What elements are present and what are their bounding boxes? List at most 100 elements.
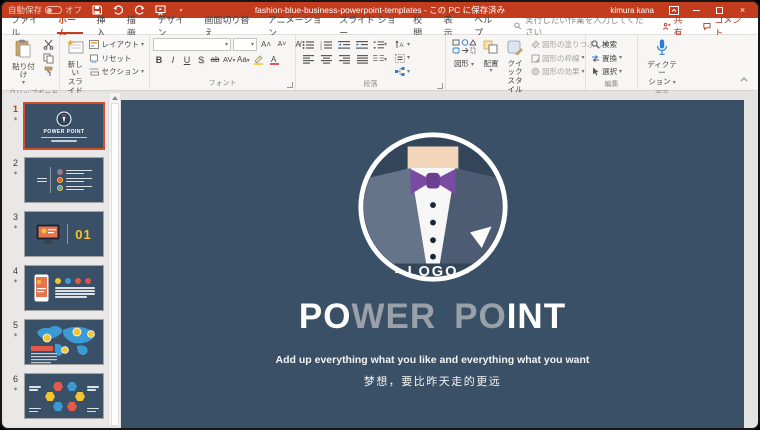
thumbnail-scrollbar[interactable] bbox=[108, 93, 120, 426]
arrange-button[interactable]: 配置 ▾ bbox=[479, 37, 503, 76]
thumbnail-row-5: 5 ✶ bbox=[7, 319, 108, 365]
scrollbar-thumb[interactable] bbox=[111, 103, 119, 426]
tab-draw[interactable]: 描画 bbox=[120, 18, 150, 34]
strikethrough-button[interactable]: ab bbox=[209, 55, 221, 64]
tab-review[interactable]: 校閲 bbox=[406, 18, 436, 34]
slide-canvas-area: - LOGO - POWERPOINT Add up everything wh… bbox=[120, 93, 756, 426]
shape-effects-icon bbox=[531, 67, 540, 76]
slide-thumbnail-2[interactable] bbox=[24, 157, 104, 203]
copy-icon[interactable] bbox=[40, 52, 56, 65]
account-user-name[interactable]: kimura kana bbox=[610, 6, 654, 15]
line-spacing-icon[interactable]: ▾ bbox=[373, 38, 387, 51]
section-icon bbox=[89, 67, 99, 76]
replace-icon bbox=[591, 54, 600, 63]
ribbon-display-options-icon[interactable] bbox=[664, 3, 683, 17]
format-painter-icon[interactable] bbox=[40, 65, 56, 78]
thumbnail-row-2: 2 ✶ bbox=[7, 157, 108, 203]
align-right-icon[interactable] bbox=[337, 53, 351, 66]
bold-button[interactable]: B bbox=[153, 55, 165, 65]
highlight-color-icon[interactable] bbox=[251, 53, 265, 66]
tab-help[interactable]: ヘルプ bbox=[467, 18, 506, 34]
layout-icon bbox=[89, 40, 99, 49]
minimize-button[interactable] bbox=[687, 3, 706, 17]
mini-title-text: POWER POINT bbox=[43, 129, 84, 135]
paragraph-dialog-launcher[interactable] bbox=[437, 83, 443, 89]
decrease-indent-icon[interactable] bbox=[337, 38, 351, 51]
mini-chapter-number: 01 bbox=[75, 227, 91, 242]
powerpoint-window: 自動保存 オフ ▾ fashion-blue-business-powerpoi… bbox=[0, 0, 760, 430]
close-button[interactable]: × bbox=[733, 3, 752, 17]
dictate-button[interactable]: ディクテー ション ▾ bbox=[641, 37, 683, 89]
smartart-icon bbox=[395, 67, 405, 76]
align-text-button[interactable]: ▾ bbox=[393, 52, 412, 65]
tab-transitions[interactable]: 画面切り替え bbox=[197, 18, 260, 34]
underline-button[interactable]: U bbox=[181, 55, 193, 65]
select-icon bbox=[591, 67, 600, 76]
animation-star-icon: ✶ bbox=[13, 386, 18, 393]
find-button[interactable]: 検索 bbox=[589, 38, 624, 51]
text-shadow-button[interactable]: S bbox=[195, 55, 207, 65]
tab-file[interactable]: ファイル bbox=[4, 18, 51, 34]
reset-button[interactable]: リセット bbox=[87, 52, 146, 65]
increase-indent-icon[interactable] bbox=[355, 38, 369, 51]
paste-button[interactable]: 貼り付け ▾ bbox=[7, 37, 40, 88]
text-direction-button[interactable]: A▾ bbox=[393, 38, 412, 51]
tab-home[interactable]: ホーム bbox=[51, 18, 89, 34]
paste-icon bbox=[15, 39, 32, 61]
cut-icon[interactable] bbox=[40, 38, 56, 51]
decrease-font-icon[interactable]: A˅ bbox=[275, 38, 289, 51]
logo-text: - LOGO - bbox=[394, 264, 470, 280]
layout-button[interactable]: レイアウト▾ bbox=[87, 38, 146, 51]
align-center-icon[interactable] bbox=[319, 53, 333, 66]
slide-thumbnail-6[interactable] bbox=[24, 373, 104, 419]
section-button[interactable]: セクション▾ bbox=[87, 65, 146, 78]
tab-slideshow[interactable]: スライド ショー bbox=[332, 18, 406, 34]
numbering-icon[interactable]: 123 bbox=[319, 38, 333, 51]
character-spacing-button[interactable]: AV▾ bbox=[223, 55, 235, 64]
tab-animations[interactable]: アニメーション bbox=[261, 18, 332, 34]
replace-button[interactable]: 置換▾ bbox=[589, 52, 624, 65]
animation-star-icon: ✶ bbox=[13, 278, 18, 285]
group-clipboard: 貼り付け ▾ クリップボード bbox=[4, 35, 60, 90]
increase-font-icon[interactable]: A˄ bbox=[259, 38, 273, 51]
workspace: 1 ✶ POWER POINT 2 ✶ bbox=[4, 93, 756, 426]
tab-insert[interactable]: 挿入 bbox=[89, 18, 119, 34]
font-name-combo[interactable]: ▾ bbox=[153, 38, 231, 51]
thumbnail-row-3: 3 ✶ 01 bbox=[7, 211, 108, 257]
font-dialog-launcher[interactable] bbox=[287, 82, 293, 88]
convert-smartart-button[interactable]: ▾ bbox=[393, 65, 412, 78]
group-font: ▾ ▾ A˄ A˅ A̸ B I U S ab AV▾ Aa▾ bbox=[150, 35, 296, 90]
bullets-icon[interactable] bbox=[301, 38, 315, 51]
slide-title: POWERPOINT bbox=[121, 297, 744, 337]
font-size-combo[interactable]: ▾ bbox=[233, 38, 257, 51]
change-case-button[interactable]: Aa▾ bbox=[237, 55, 249, 64]
slide-thumbnail-1[interactable]: POWER POINT bbox=[24, 103, 104, 149]
italic-button[interactable]: I bbox=[167, 55, 179, 65]
undo-icon[interactable] bbox=[112, 5, 124, 16]
slide-thumbnail-4[interactable] bbox=[24, 265, 104, 311]
slide-thumbnail-5[interactable] bbox=[24, 319, 104, 365]
font-color-icon[interactable]: A bbox=[267, 53, 281, 66]
tab-design[interactable]: デザイン bbox=[150, 18, 197, 34]
justify-icon[interactable] bbox=[355, 53, 369, 66]
group-drawing: 図形 ▾ 配置 ▾ クイック スタイル ▾ bbox=[446, 35, 586, 90]
tell-me-search[interactable]: 実行したい作業を入力してください bbox=[506, 18, 657, 34]
current-slide[interactable]: - LOGO - POWERPOINT Add up everything wh… bbox=[121, 100, 744, 430]
align-left-icon[interactable] bbox=[301, 53, 315, 66]
collapse-ribbon-icon[interactable] bbox=[740, 69, 748, 87]
shape-fill-icon bbox=[531, 40, 540, 49]
restore-button[interactable] bbox=[710, 3, 729, 17]
group-label-font: フォント bbox=[153, 78, 292, 90]
logo-bowtie-knot bbox=[426, 173, 440, 189]
slide-thumbnail-3[interactable]: 01 bbox=[24, 211, 104, 257]
group-label-editing: 編集 bbox=[589, 79, 634, 91]
columns-icon[interactable]: ▾ bbox=[373, 53, 387, 66]
tab-view[interactable]: 表示 bbox=[437, 18, 467, 34]
thumbnail-row-6: 6 ✶ bbox=[7, 373, 108, 419]
shapes-button[interactable]: 図形 ▾ bbox=[449, 37, 479, 70]
scroll-up-icon[interactable] bbox=[110, 93, 120, 102]
animation-star-icon: ✶ bbox=[13, 170, 18, 177]
mini-logo-icon bbox=[56, 111, 72, 127]
select-button[interactable]: 選択▾ bbox=[589, 65, 624, 78]
slide-thumbnail-panel: 1 ✶ POWER POINT 2 ✶ bbox=[4, 93, 108, 426]
